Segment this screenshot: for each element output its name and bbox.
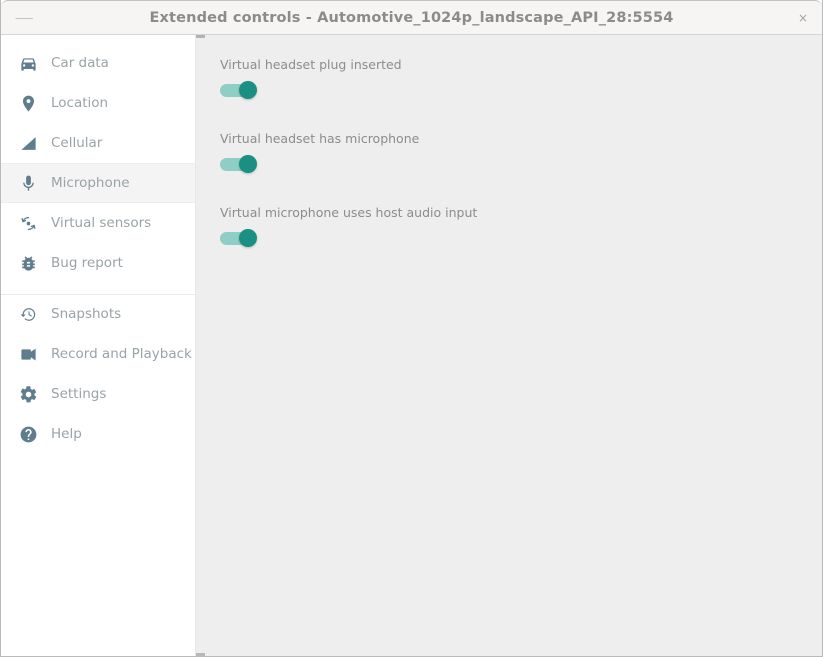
setting-label: Virtual headset plug inserted [220, 57, 822, 72]
sidebar-item-cellular[interactable]: Cellular [1, 123, 195, 163]
sidebar-item-bug-report[interactable]: Bug report [1, 243, 195, 283]
sidebar-item-label: Record and Playback [51, 346, 192, 362]
sidebar-item-record-and-playback[interactable]: Record and Playback [1, 334, 195, 374]
sidebar-item-help[interactable]: Help [1, 414, 195, 454]
sidebar-nav: Car data Location Cellular [1, 35, 196, 656]
sidebar-item-label: Help [51, 426, 82, 442]
microphone-icon [16, 171, 40, 195]
virtual-headset-has-microphone-toggle[interactable] [220, 155, 257, 173]
help-circle-icon [16, 422, 40, 446]
virtual-microphone-uses-host-audio-input-toggle[interactable] [220, 229, 257, 247]
setting-label: Virtual headset has microphone [220, 131, 822, 146]
sidebar-item-label: Microphone [51, 175, 130, 191]
close-icon[interactable]: × [796, 11, 810, 25]
video-camera-icon [16, 342, 40, 366]
sidebar-item-label: Cellular [51, 135, 102, 151]
sidebar-item-settings[interactable]: Settings [1, 374, 195, 414]
scrollbar-top-marker[interactable] [196, 35, 205, 38]
history-clock-icon [16, 302, 40, 326]
setting-label: Virtual microphone uses host audio input [220, 205, 822, 220]
virtual-headset-plug-inserted-toggle[interactable] [220, 81, 257, 99]
setting-virtual-headset-has-microphone: Virtual headset has microphone [220, 131, 822, 173]
sidebar-item-microphone[interactable]: Microphone [1, 163, 195, 203]
window-menu-glyph: ⸺ [15, 13, 19, 22]
setting-virtual-headset-plug-inserted: Virtual headset plug inserted [220, 57, 822, 99]
sidebar-item-label: Settings [51, 386, 106, 402]
sidebar-item-label: Virtual sensors [51, 215, 151, 231]
location-pin-icon [16, 91, 40, 115]
cellular-signal-icon [16, 131, 40, 155]
microphone-settings-panel: Virtual headset plug inserted Virtual he… [196, 35, 822, 656]
sidebar-item-snapshots[interactable]: Snapshots [1, 294, 195, 334]
bug-icon [16, 251, 40, 275]
sidebar-item-location[interactable]: Location [1, 83, 195, 123]
setting-virtual-microphone-uses-host-audio-input: Virtual microphone uses host audio input [220, 205, 822, 247]
toggle-knob [239, 81, 257, 99]
toggle-knob [239, 229, 257, 247]
window-title: Extended controls - Automotive_1024p_lan… [149, 10, 673, 26]
toggle-knob [239, 155, 257, 173]
sidebar-item-label: Bug report [51, 255, 123, 271]
gear-icon [16, 382, 40, 406]
car-icon [16, 51, 40, 75]
window-body: Car data Location Cellular [1, 35, 822, 656]
sidebar-item-car-data[interactable]: Car data [1, 43, 195, 83]
sidebar-item-label: Car data [51, 55, 109, 71]
sidebar-item-label: Snapshots [51, 306, 121, 322]
sidebar-item-label: Location [51, 95, 108, 111]
rotation-sensor-icon [16, 211, 40, 235]
window-titlebar: ⸺ Extended controls - Automotive_1024p_l… [1, 0, 822, 35]
extended-controls-window: ⸺ Extended controls - Automotive_1024p_l… [0, 0, 823, 657]
scrollbar-bottom-marker[interactable] [196, 653, 205, 656]
sidebar-item-virtual-sensors[interactable]: Virtual sensors [1, 203, 195, 243]
